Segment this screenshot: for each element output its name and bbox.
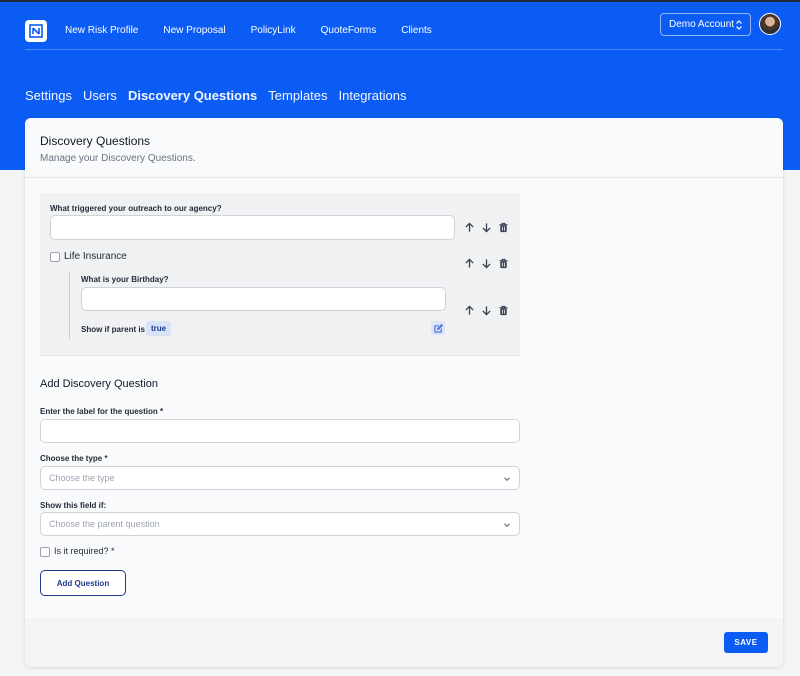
nav-clients[interactable]: Clients (401, 25, 432, 36)
tab-integrations[interactable]: Integrations (339, 88, 407, 103)
show-if-label: Show if parent is (81, 325, 146, 334)
move-down-icon[interactable] (481, 305, 492, 316)
card-body: What triggered your outreach to our agen… (25, 178, 783, 618)
nav-new-risk-profile[interactable]: New Risk Profile (65, 25, 138, 36)
nav-links: New Risk Profile New Proposal PolicyLink… (65, 25, 457, 36)
trash-icon[interactable] (498, 258, 509, 269)
card-footer: SAVE (25, 618, 783, 667)
move-up-icon[interactable] (464, 305, 475, 316)
tab-discovery-questions[interactable]: Discovery Questions (128, 88, 257, 103)
tab-templates[interactable]: Templates (268, 88, 327, 103)
question-list: What triggered your outreach to our agen… (40, 193, 520, 356)
discovery-card: Discovery Questions Manage your Discover… (25, 118, 783, 667)
nav-policylink[interactable]: PolicyLink (251, 25, 296, 36)
save-button[interactable]: SAVE (724, 632, 768, 653)
account-switcher[interactable]: Demo Account (660, 13, 751, 36)
card-subtitle: Manage your Discovery Questions. (40, 153, 196, 164)
question-label: What triggered your outreach to our agen… (50, 204, 222, 213)
move-down-icon[interactable] (481, 222, 492, 233)
trash-icon[interactable] (498, 222, 509, 233)
question-label-input[interactable] (40, 419, 520, 443)
question-actions (464, 258, 509, 269)
type-select[interactable]: Choose the type (40, 466, 520, 490)
child-question-label: What is your Birthday? (81, 275, 169, 284)
updown-chevron-icon (736, 20, 742, 30)
edit-condition-button[interactable] (431, 321, 445, 335)
show-if-value-badge: true (146, 321, 172, 336)
settings-tabs: Settings Users Discovery Questions Templ… (25, 88, 406, 103)
question-input[interactable] (50, 215, 455, 240)
chevron-down-icon (504, 477, 510, 482)
nav-new-proposal[interactable]: New Proposal (163, 25, 225, 36)
card-header: Discovery Questions Manage your Discover… (25, 118, 783, 178)
tab-settings[interactable]: Settings (25, 88, 72, 103)
chevron-down-icon (504, 523, 510, 528)
move-up-icon[interactable] (464, 258, 475, 269)
top-navbar: New Risk Profile New Proposal PolicyLink… (25, 12, 783, 50)
add-question-button[interactable]: Add Question (40, 570, 126, 596)
user-avatar[interactable] (759, 13, 781, 35)
parent-select-placeholder: Choose the parent question (49, 519, 160, 529)
trash-icon[interactable] (498, 305, 509, 316)
add-question-heading: Add Discovery Question (40, 378, 158, 390)
logo-icon (29, 23, 43, 38)
child-question-actions (464, 305, 509, 316)
account-name: Demo Account (669, 19, 735, 30)
required-label: Is it required? * (54, 546, 115, 556)
show-field-label: Show this field if: (40, 501, 107, 510)
tab-users[interactable]: Users (83, 88, 117, 103)
nav-quoteforms[interactable]: QuoteForms (321, 25, 377, 36)
edit-icon (433, 323, 443, 333)
parent-question-select[interactable]: Choose the parent question (40, 512, 520, 536)
required-checkbox[interactable] (40, 547, 50, 557)
move-down-icon[interactable] (481, 258, 492, 269)
child-indent-line (69, 272, 70, 339)
child-question-input[interactable] (81, 287, 446, 311)
checkbox-label: Life Insurance (64, 251, 127, 262)
question-actions (464, 222, 509, 233)
move-up-icon[interactable] (464, 222, 475, 233)
card-title: Discovery Questions (40, 134, 151, 148)
label-field-label: Enter the label for the question * (40, 407, 164, 416)
type-select-placeholder: Choose the type (49, 473, 115, 483)
life-insurance-checkbox[interactable] (50, 252, 60, 262)
app-logo[interactable] (25, 19, 47, 42)
type-field-label: Choose the type * (40, 454, 108, 463)
